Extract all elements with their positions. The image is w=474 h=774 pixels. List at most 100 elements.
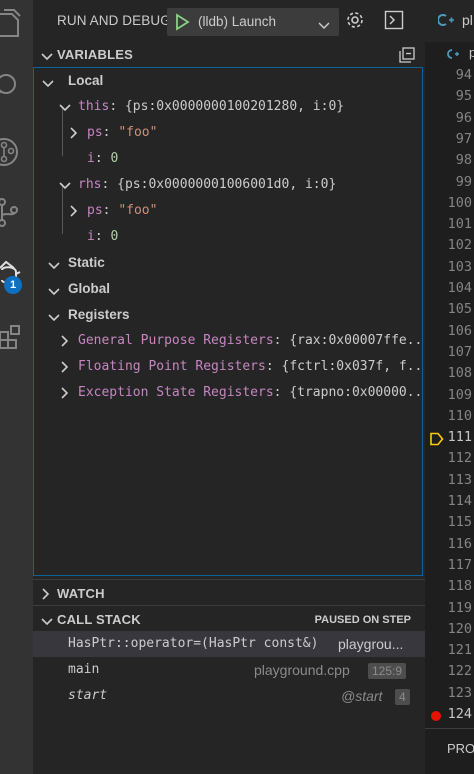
collapse-all-icon[interactable] xyxy=(399,47,415,68)
scope-registers[interactable]: Registers xyxy=(34,302,422,328)
line-number: 121 xyxy=(447,642,472,659)
register-group-value: {trapno:0x00000... xyxy=(289,385,422,400)
chevron-down-icon xyxy=(48,310,60,328)
files-icon[interactable] xyxy=(0,8,33,38)
cpp-file-icon xyxy=(447,49,459,59)
scope-local[interactable]: Local xyxy=(34,68,422,94)
current-line-arrow-icon xyxy=(430,432,444,451)
line-number: 107 xyxy=(447,343,472,360)
variable-value: "foo" xyxy=(118,203,158,218)
variable-this-i[interactable]: i: 0 xyxy=(34,146,422,172)
variable-this-ps[interactable]: ps: "foo" xyxy=(34,120,422,146)
register-group-value: {rax:0x00007ffe... xyxy=(289,333,422,348)
variable-rhs[interactable]: rhs: {ps:0x00000001006001d0, i:0} xyxy=(34,172,422,198)
stack-frame[interactable]: main playground.cpp 125:9 xyxy=(33,657,425,683)
line-number: 102 xyxy=(447,237,472,254)
stack-frame[interactable]: start @start 4 xyxy=(33,683,425,709)
editor-tab-bar: pl xyxy=(425,0,474,42)
chevron-down-icon xyxy=(42,76,54,94)
editor-tab-label[interactable]: pl xyxy=(462,12,473,28)
line-number: 123 xyxy=(447,684,472,701)
line-number: 116 xyxy=(447,535,472,552)
problems-tab[interactable]: PRO xyxy=(447,741,474,756)
variables-section-header[interactable]: VARIABLES xyxy=(33,41,425,67)
frame-function: HasPtr::operator=(HasPtr const&) xyxy=(68,636,319,651)
line-number: 99 xyxy=(455,173,472,190)
scope-label: Local xyxy=(68,73,104,88)
chevron-right-icon xyxy=(69,127,79,143)
chevron-right-icon xyxy=(60,335,70,351)
register-group-name: Floating Point Registers xyxy=(78,359,266,374)
register-group-name: Exception State Registers xyxy=(78,385,274,400)
scope-label: Registers xyxy=(68,307,130,322)
chevron-down-icon xyxy=(59,180,71,195)
line-number: 109 xyxy=(447,386,472,403)
launch-config-select[interactable]: (lldb) Launch xyxy=(167,8,339,36)
watch-title: WATCH xyxy=(57,586,105,601)
variable-value: {ps:0x00000001006001d0, i:0} xyxy=(117,177,337,192)
stack-frame[interactable]: HasPtr::operator=(HasPtr const&) playgro… xyxy=(33,631,425,657)
search-icon[interactable] xyxy=(0,72,33,100)
frame-line-badge: 125:9 xyxy=(368,663,407,679)
line-number: 108 xyxy=(447,365,472,382)
source-control-icon[interactable] xyxy=(0,136,33,168)
line-number: 106 xyxy=(447,322,472,339)
debug-toolbar: RUN AND DEBUG (lldb) Launch xyxy=(33,0,425,42)
scope-label: Global xyxy=(68,281,111,296)
chevron-down-icon xyxy=(41,614,53,632)
register-group[interactable]: Floating Point Registers: {fctrl:0x037f,… xyxy=(34,354,422,380)
line-number: 118 xyxy=(447,578,472,595)
variable-rhs-i[interactable]: i: 0 xyxy=(34,224,422,250)
line-number: 98 xyxy=(455,152,472,169)
frame-function: main xyxy=(68,662,100,677)
scope-global[interactable]: Global xyxy=(34,276,422,302)
chevron-right-icon xyxy=(60,387,70,403)
watch-section-header[interactable]: WATCH xyxy=(33,579,425,606)
frame-function: start xyxy=(68,688,108,703)
register-group[interactable]: General Purpose Registers: {rax:0x00007f… xyxy=(34,328,422,354)
line-number: 120 xyxy=(447,620,472,637)
breadcrumb-label[interactable]: p xyxy=(469,45,474,60)
variables-tree: Local this: {ps:0x0000000100201280, i:0}… xyxy=(33,67,423,576)
paused-status: PAUSED ON STEP xyxy=(314,614,411,626)
breadcrumb: p xyxy=(425,42,474,66)
extensions-icon[interactable] xyxy=(0,322,33,352)
debug-session-badge: 1 xyxy=(4,276,22,294)
register-group[interactable]: Exception State Registers: {trapno:0x000… xyxy=(34,380,422,406)
frame-file: playgrou... xyxy=(338,636,404,652)
call-stack-title: CALL STACK xyxy=(57,612,141,627)
frame-file: @start xyxy=(341,688,383,704)
scope-label: Static xyxy=(68,255,105,270)
gear-icon[interactable] xyxy=(345,10,365,35)
run-and-debug-title: RUN AND DEBUG xyxy=(57,13,171,28)
chevron-down-icon xyxy=(59,102,71,117)
line-number: 117 xyxy=(447,556,472,573)
variable-rhs-ps[interactable]: ps: "foo" xyxy=(34,198,422,224)
call-stack-section-header[interactable]: CALL STACK PAUSED ON STEP xyxy=(33,605,425,632)
chevron-down-icon xyxy=(48,258,60,276)
variable-this[interactable]: this: {ps:0x0000000100201280, i:0} xyxy=(34,94,422,120)
chevron-down-icon xyxy=(318,17,330,35)
chevron-right-icon xyxy=(60,361,70,377)
variable-name: i xyxy=(87,229,95,244)
debug-console-icon[interactable] xyxy=(384,10,404,35)
line-number: 104 xyxy=(447,280,472,296)
line-number: 96 xyxy=(455,109,472,126)
line-number: 103 xyxy=(447,258,472,275)
variable-name: i xyxy=(87,151,95,166)
chevron-down-icon xyxy=(48,284,60,302)
variable-name: ps xyxy=(87,203,103,218)
line-number: 100 xyxy=(447,194,472,211)
start-debugging-icon[interactable] xyxy=(174,13,190,36)
scope-static[interactable]: Static xyxy=(34,250,422,276)
activity-bar: 1 xyxy=(0,0,33,774)
variable-value: {ps:0x0000000100201280, i:0} xyxy=(124,99,345,114)
line-number: 97 xyxy=(455,130,472,147)
variables-title: VARIABLES xyxy=(57,47,133,62)
variable-name: rhs xyxy=(78,177,102,192)
variable-value: "foo" xyxy=(118,125,158,140)
breakpoint-icon[interactable] xyxy=(431,711,441,721)
chevron-down-icon xyxy=(41,49,53,67)
git-branch-icon[interactable] xyxy=(0,196,33,230)
line-number: 111 xyxy=(447,429,472,446)
